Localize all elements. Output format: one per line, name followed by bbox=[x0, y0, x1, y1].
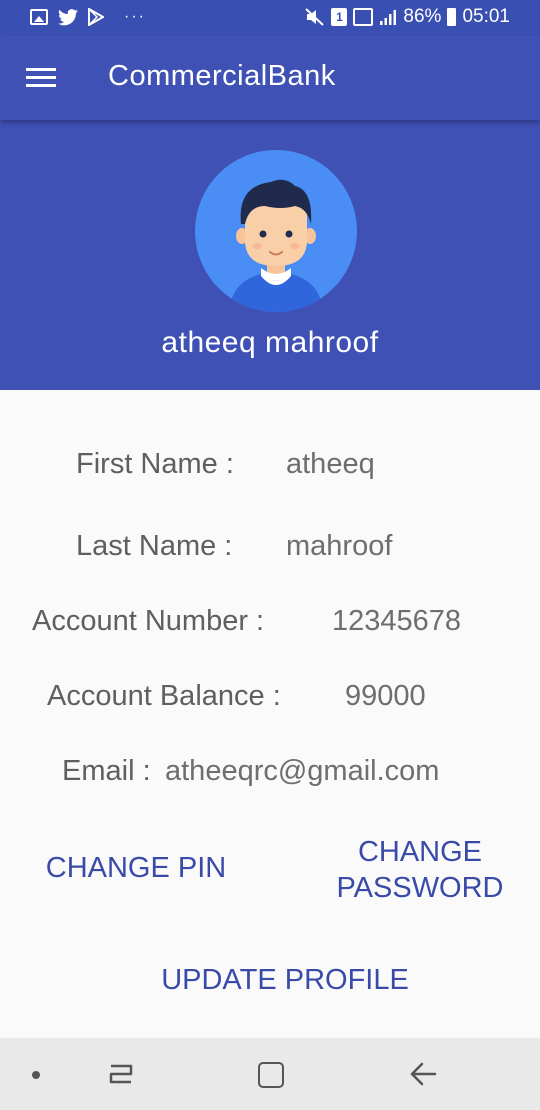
signal-icon bbox=[380, 10, 397, 25]
recent-apps-icon[interactable] bbox=[106, 1060, 136, 1086]
hamburger-menu-icon[interactable] bbox=[26, 66, 56, 88]
email-label: Email : bbox=[62, 755, 151, 787]
profile-header: atheeq mahroof bbox=[0, 120, 540, 390]
change-password-button[interactable]: CHANGE PASSWORD bbox=[330, 834, 510, 906]
change-password-line2: PASSWORD bbox=[336, 872, 504, 904]
account-balance-label: Account Balance : bbox=[47, 680, 281, 712]
sim-badge: 1 bbox=[331, 8, 348, 26]
clock: 05:01 bbox=[462, 6, 510, 27]
back-icon[interactable] bbox=[408, 1060, 438, 1088]
more-notifications-icon: ··· bbox=[124, 8, 146, 25]
last-name-label: Last Name : bbox=[76, 530, 233, 562]
mute-icon bbox=[305, 8, 325, 26]
gallery-icon bbox=[30, 9, 48, 25]
first-name-value: atheeq bbox=[286, 448, 375, 480]
account-number-label: Account Number : bbox=[32, 605, 265, 637]
change-pin-button[interactable]: CHANGE PIN bbox=[36, 850, 236, 886]
battery-percent: 86% bbox=[403, 6, 442, 27]
profile-name: atheeq mahroof bbox=[161, 326, 379, 359]
battery-icon bbox=[447, 8, 457, 26]
app-title: CommercialBank bbox=[108, 60, 336, 92]
play-store-icon bbox=[88, 8, 104, 26]
account-number-value: 12345678 bbox=[332, 605, 462, 637]
system-nav-bar bbox=[0, 1038, 540, 1110]
account-balance-value: 99000 bbox=[345, 680, 426, 712]
first-name-label: First Name : bbox=[76, 448, 234, 480]
app-bar: CommercialBank bbox=[0, 36, 540, 120]
email-value: atheeqrc@gmail.com bbox=[165, 755, 440, 787]
change-password-line1: CHANGE bbox=[357, 836, 483, 868]
twitter-icon bbox=[58, 8, 78, 25]
wifi-calling-icon bbox=[353, 8, 374, 26]
user-avatar-icon bbox=[195, 150, 357, 312]
nav-dot-icon[interactable] bbox=[32, 1071, 40, 1079]
update-profile-button[interactable]: UPDATE PROFILE bbox=[160, 962, 410, 998]
last-name-value: mahroof bbox=[286, 530, 393, 562]
status-bar: ··· 1 86% 05:01 bbox=[0, 0, 540, 36]
home-icon[interactable] bbox=[258, 1062, 284, 1088]
